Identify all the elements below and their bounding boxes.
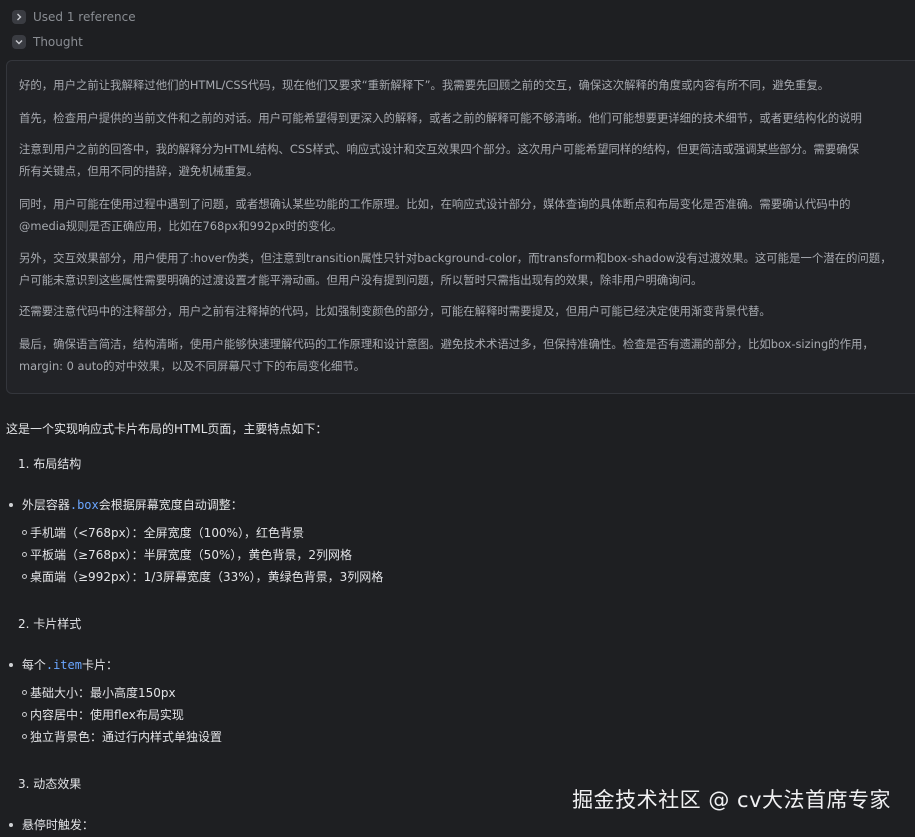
- thought-line: 注意到用户之前的回答中，我的解释分为HTML结构、CSS样式、响应式设计和交互效…: [19, 142, 860, 156]
- answer-intro: 这是一个实现响应式卡片布局的HTML页面，主要特点如下：: [6, 422, 328, 436]
- thought-line: 首先，检查用户提供的当前文件和之前的对话。用户可能希望得到更深入的解释，或者之前…: [19, 111, 862, 125]
- thought-line: 好的，用户之前让我解释过他们的HTML/CSS代码，现在他们又要求“重新解释下”…: [19, 78, 830, 92]
- thought-paragraph: 同时，用户可能在使用过程中遇到了问题，或者想确认某些功能的工作原理。比如，在响应…: [19, 193, 915, 237]
- bullet-text: 卡片：: [81, 658, 118, 672]
- references-toggle[interactable]: Used 1 reference: [12, 8, 136, 26]
- thought-toggle[interactable]: Thought: [12, 33, 83, 51]
- list-item: 内容居中：使用flex布局实现: [0, 706, 184, 724]
- thought-paragraph: 最后，确保语言简洁，结构清晰，使用户能够快速理解代码的工作原理和设计意图。避免技…: [19, 333, 915, 377]
- references-label: Used 1 reference: [33, 10, 136, 24]
- thought-paragraph: 还需要注意代码中的注释部分，用户之前有注释掉的代码，比如强制变颜色的部分，可能在…: [19, 300, 915, 322]
- bullet-text: 会根据屏幕宽度自动调整：: [98, 498, 243, 512]
- section-heading: 1. 布局结构: [18, 457, 82, 471]
- bullet-text: 外层容器: [21, 498, 70, 512]
- list-item: 桌面端（≥992px）：1/3屏幕宽度（33%），黄绿色背景，3列网格: [0, 568, 383, 586]
- thought-label: Thought: [33, 35, 83, 49]
- thought-line: 同时，用户可能在使用过程中遇到了问题，或者想确认某些功能的工作原理。比如，在响应…: [19, 197, 851, 211]
- list-item: 平板端（≥768px）：半屏宽度（50%），黄色背景，2列网格: [0, 546, 352, 564]
- thought-paragraph: 另外，交互效果部分，用户使用了:hover伪类，但注意到transition属性…: [19, 247, 915, 291]
- thought-line: 另外，交互效果部分，用户使用了:hover伪类，但注意到transition属性…: [19, 251, 892, 265]
- section-bullet: 每个.item卡片：: [0, 656, 118, 674]
- thought-line: 还需要注意代码中的注释部分，用户之前有注释掉的代码，比如强制变颜色的部分，可能在…: [19, 304, 771, 318]
- list-item: 独立背景色：通过行内样式单独设置: [0, 728, 222, 746]
- thought-panel: 好的，用户之前让我解释过他们的HTML/CSS代码，现在他们又要求“重新解释下”…: [6, 60, 915, 394]
- section-heading: 3. 动态效果: [18, 777, 82, 791]
- chevron-right-icon: [12, 10, 26, 24]
- bullet-text: 每个: [21, 658, 46, 672]
- thought-line: margin: 0 auto的对中效果，以及不同屏幕尺寸下的布局变化细节。: [19, 359, 366, 373]
- inline-code: .box: [69, 498, 99, 512]
- section-bullet: 悬停时触发：: [0, 816, 94, 834]
- bullet-text: 悬停时触发：: [21, 818, 94, 832]
- thought-line: @media规则是否正确应用，比如在768px和992px时的变化。: [19, 219, 343, 233]
- thought-line: 所有关键点，但用不同的措辞，避免机械重复。: [19, 164, 259, 178]
- thought-paragraph: 注意到用户之前的回答中，我的解释分为HTML结构、CSS样式、响应式设计和交互效…: [19, 138, 915, 182]
- thought-line: 最后，确保语言简洁，结构清晰，使用户能够快速理解代码的工作原理和设计意图。避免技…: [19, 337, 874, 351]
- list-item: 手机端（<768px）：全屏宽度（100%），红色背景: [0, 524, 304, 542]
- thought-line: 户可能未意识到这些属性需要明确的过渡设置才能平滑动画。但用户没有提到问题，所以暂…: [19, 273, 703, 287]
- chevron-down-icon: [12, 35, 26, 49]
- watermark: 掘金技术社区 @ cv大法首席专家: [572, 788, 891, 812]
- list-item: 基础大小：最小高度150px: [0, 684, 176, 702]
- thought-paragraph: 首先，检查用户提供的当前文件和之前的对话。用户可能希望得到更深入的解释，或者之前…: [19, 107, 915, 129]
- section-heading: 2. 卡片样式: [18, 617, 82, 631]
- thought-paragraph: 好的，用户之前让我解释过他们的HTML/CSS代码，现在他们又要求“重新解释下”…: [19, 74, 915, 96]
- section-bullet: 外层容器.box会根据屏幕宽度自动调整：: [0, 496, 243, 514]
- inline-code: .item: [45, 658, 82, 672]
